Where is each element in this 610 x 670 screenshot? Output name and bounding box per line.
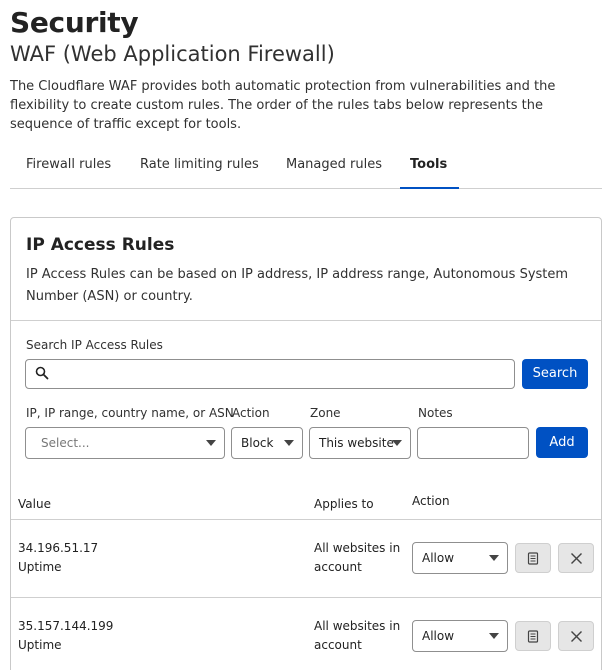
zone-select-value: This website [319,436,394,450]
rule-applies-to-line2: account [314,560,362,574]
add-button[interactable]: Add [536,427,588,458]
rule-note: Uptime [18,638,62,652]
search-icon [35,366,49,380]
document-icon [527,630,539,643]
table-row: 34.196.51.17 Uptime All websites in acco… [11,520,601,598]
page-title: Security [10,6,139,39]
rule-action-select[interactable]: Allow [412,542,508,574]
table-header: Value Applies to Action [11,480,601,520]
search-button[interactable]: Search [522,359,588,389]
action-label: Action [232,406,270,420]
chevron-down-icon [392,440,402,446]
zone-label: Zone [310,406,341,420]
column-header-applies-to: Applies to [314,497,374,511]
chevron-down-icon [489,555,499,561]
chevron-down-icon [284,440,294,446]
action-select[interactable]: Block [231,427,303,459]
rule-applies-to-line2: account [314,638,362,652]
edit-note-button[interactable] [515,543,551,573]
target-select-value: Select... [41,436,90,450]
delete-rule-button[interactable] [558,621,594,651]
rule-value: 35.157.144.199 [18,619,114,633]
delete-rule-button[interactable] [558,543,594,573]
column-header-action: Action [412,494,450,508]
rule-note: Uptime [18,560,62,574]
close-icon [571,631,582,642]
chevron-down-icon [206,440,216,446]
rule-action-select[interactable]: Allow [412,620,508,652]
tab-rate-limiting-rules[interactable]: Rate limiting rules [140,157,259,189]
tab-tools[interactable]: Tools [400,157,459,189]
zone-select[interactable]: This website [309,427,411,459]
tab-firewall-rules[interactable]: Firewall rules [26,157,111,189]
rule-action-value: Allow [422,629,455,643]
rule-value: 34.196.51.17 [18,541,99,555]
tab-managed-rules[interactable]: Managed rules [286,157,382,189]
chevron-down-icon [489,633,499,639]
page-description: The Cloudflare WAF provides both automat… [10,79,556,132]
notes-label: Notes [418,406,453,420]
document-icon [527,552,539,565]
card-description: IP Access Rules can be based on IP addre… [26,267,569,304]
edit-note-button[interactable] [515,621,551,651]
card-header: IP Access Rules IP Access Rules can be b… [11,218,601,321]
rule-action-value: Allow [422,551,455,565]
target-select[interactable]: Select... [25,427,225,459]
tab-bar: Firewall rules Rate limiting rules Manag… [10,147,602,189]
close-icon [571,553,582,564]
search-field[interactable] [25,359,515,389]
rule-applies-to-line1: All websites in [314,619,401,633]
rule-applies-to-line1: All websites in [314,541,401,555]
search-label: Search IP Access Rules [26,338,163,352]
action-select-value: Block [241,436,274,450]
column-header-value: Value [18,497,51,511]
ip-access-rules-card: IP Access Rules IP Access Rules can be b… [10,217,602,670]
page-subtitle: WAF (Web Application Firewall) [10,42,335,66]
notes-field[interactable] [417,427,529,459]
target-label: IP, IP range, country name, or ASN [26,406,234,420]
card-title: IP Access Rules [26,235,175,255]
search-input[interactable] [56,365,506,383]
table-row: 35.157.144.199 Uptime All websites in ac… [11,598,601,670]
